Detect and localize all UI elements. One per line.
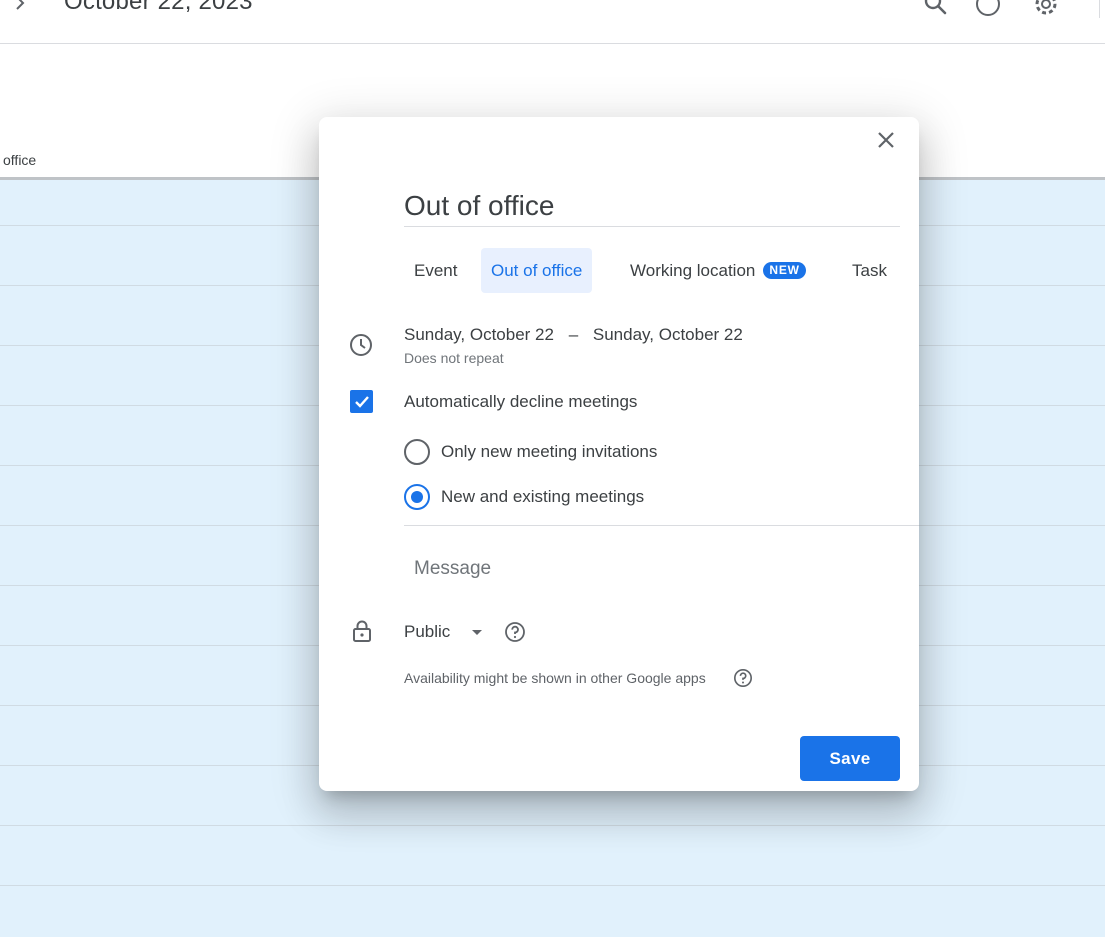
dropdown-caret-icon bbox=[472, 629, 483, 635]
availability-help-icon[interactable] bbox=[733, 668, 753, 688]
close-button[interactable] bbox=[872, 126, 900, 154]
out-of-office-dialog: Out of office Event Out of office Workin… bbox=[319, 117, 919, 791]
check-icon bbox=[354, 395, 369, 408]
all-day-event-label[interactable]: office bbox=[0, 152, 36, 168]
tab-working-location[interactable]: Working location NEW bbox=[620, 248, 816, 293]
chevron-right-icon[interactable] bbox=[9, 0, 31, 16]
section-divider bbox=[404, 525, 919, 526]
visibility-help-icon[interactable] bbox=[504, 621, 526, 643]
auto-decline-label[interactable]: Automatically decline meetings bbox=[404, 392, 637, 412]
title-input[interactable]: Out of office bbox=[404, 189, 900, 223]
tab-task[interactable]: Task bbox=[842, 248, 897, 293]
radio-label-only-new[interactable]: Only new meeting invitations bbox=[441, 442, 657, 462]
lock-icon bbox=[353, 620, 371, 642]
title-underline bbox=[404, 226, 900, 227]
start-date[interactable]: Sunday, October 22 bbox=[404, 325, 554, 344]
tab-label: Out of office bbox=[491, 260, 583, 280]
radio-label-new-and-existing[interactable]: New and existing meetings bbox=[441, 487, 644, 507]
tab-label: Working location bbox=[630, 260, 756, 280]
tab-label: Task bbox=[852, 260, 887, 280]
date-separator: – bbox=[568, 325, 579, 344]
save-button[interactable]: Save bbox=[800, 736, 900, 781]
settings-icon[interactable] bbox=[1032, 0, 1060, 18]
tab-event[interactable]: Event bbox=[404, 248, 467, 293]
date-range[interactable]: Sunday, October 22 – Sunday, October 22 bbox=[404, 325, 743, 345]
close-icon bbox=[878, 132, 894, 148]
availability-note: Availability might be shown in other Goo… bbox=[404, 670, 706, 686]
visibility-value: Public bbox=[404, 622, 451, 641]
radio-only-new-invitations[interactable] bbox=[404, 439, 430, 465]
end-date[interactable]: Sunday, October 22 bbox=[593, 325, 743, 344]
repeat-setting[interactable]: Does not repeat bbox=[404, 350, 504, 366]
help-icon[interactable] bbox=[974, 0, 1002, 18]
message-input[interactable]: Message bbox=[404, 547, 894, 591]
radio-new-and-existing[interactable] bbox=[404, 484, 430, 510]
tab-out-of-office[interactable]: Out of office bbox=[481, 248, 593, 293]
clock-icon bbox=[350, 334, 372, 356]
current-date-title: October 22, 2023 bbox=[64, 0, 253, 15]
top-bar: October 22, 2023 bbox=[0, 0, 1105, 44]
header-divider bbox=[1099, 0, 1100, 18]
search-icon[interactable] bbox=[922, 0, 950, 18]
visibility-dropdown[interactable]: Public bbox=[404, 617, 483, 647]
tab-label: Event bbox=[414, 260, 458, 280]
new-badge: NEW bbox=[763, 262, 806, 279]
auto-decline-checkbox[interactable] bbox=[350, 390, 373, 413]
